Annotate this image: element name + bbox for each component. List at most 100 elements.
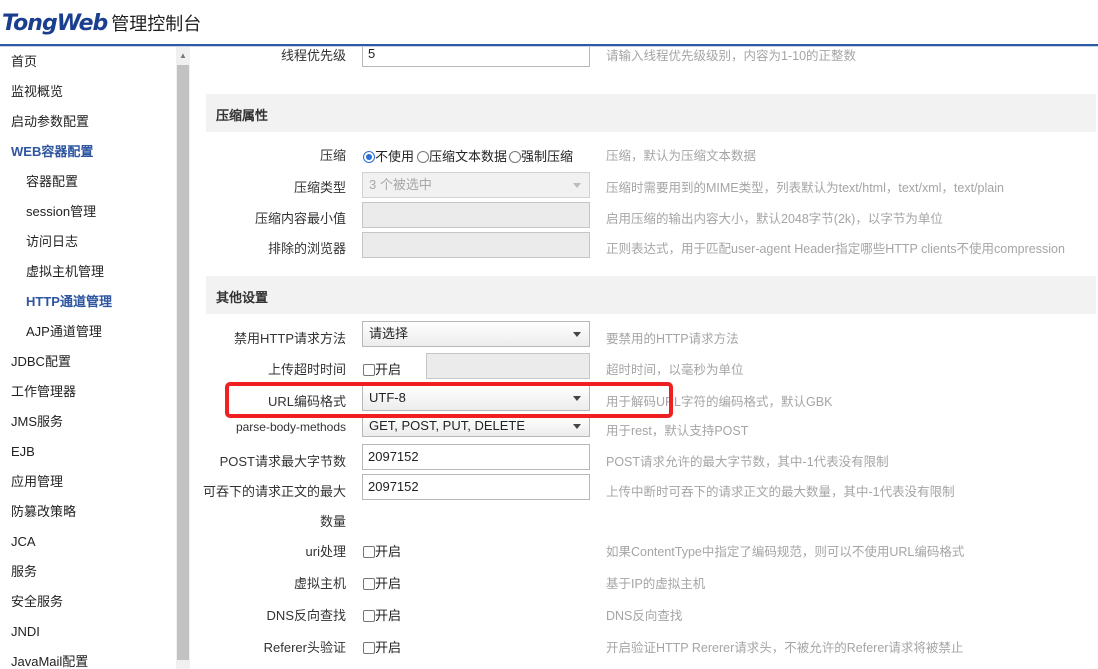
checkbox[interactable] xyxy=(363,364,375,376)
scroll-up-arrow-icon[interactable]: ▲ xyxy=(176,47,190,63)
section-compression: 压缩属性 xyxy=(206,94,1096,132)
compression-type-select[interactable]: 3 个被选中 xyxy=(362,172,590,198)
section-other-settings: 其他设置 xyxy=(206,276,1096,314)
virtual-host-toggle[interactable]: 开启 xyxy=(363,573,401,592)
uri-processing-toggle[interactable]: 开启 xyxy=(363,541,401,560)
sidebar-item-ajp-channel[interactable]: AJP通道管理 xyxy=(26,317,102,347)
radio-button[interactable] xyxy=(509,151,521,163)
row-parse-body-methods: parse-body-methods GET, POST, PUT, DELET… xyxy=(192,413,1098,443)
radio-button[interactable] xyxy=(363,151,375,163)
upload-timeout-toggle[interactable]: 开启 xyxy=(363,359,401,378)
field-label: 压缩类型 xyxy=(293,180,346,195)
chevron-down-icon xyxy=(573,424,581,429)
sidebar-item-security[interactable]: 安全服务 xyxy=(11,587,63,617)
sidebar-item-web-container[interactable]: WEB容器配置 xyxy=(11,137,93,167)
field-hint: 开启验证HTTP Rererer请求头，不被允许的Referer请求将被禁止 xyxy=(606,641,964,655)
sidebar-item-jdbc[interactable]: JDBC配置 xyxy=(11,347,71,377)
field-hint: 如果ContentType中指定了编码规范，则可以不使用URL编码格式 xyxy=(606,545,965,559)
compression-min-input[interactable] xyxy=(362,202,590,228)
chevron-down-icon xyxy=(573,396,581,401)
upload-timeout-input[interactable] xyxy=(426,353,590,379)
row-post-max-size: POST请求最大字节数 2097152 POST请求允许的最大字节数，其中-1代… xyxy=(192,443,1098,473)
dns-lookup-toggle[interactable]: 开启 xyxy=(363,605,401,624)
section-title: 其他设置 xyxy=(216,290,269,305)
field-hint: 正则表达式，用于匹配user-agent Header指定哪些HTTP clie… xyxy=(606,242,1065,256)
row-url-encoding: URL编码格式 UTF-8 用于解码URL字符的编码格式，默认GBK xyxy=(192,383,1098,413)
field-label: DNS反向查找 xyxy=(266,608,346,623)
sidebar-item-javamail[interactable]: JavaMail配置 xyxy=(11,647,88,669)
field-hint: 要禁用的HTTP请求方法 xyxy=(606,332,739,346)
referer-check-toggle[interactable]: 开启 xyxy=(363,637,401,656)
field-label: 虚拟主机 xyxy=(293,576,346,591)
field-label: uri处理 xyxy=(305,544,346,559)
radio-button[interactable] xyxy=(417,151,429,163)
sidebar-item-app-management[interactable]: 应用管理 xyxy=(11,467,63,497)
sidebar-item-jndi[interactable]: JNDI xyxy=(11,617,40,647)
field-label: 可吞下的请求正文的最大 xyxy=(202,484,346,499)
header: TongWeb 管理控制台 xyxy=(0,0,1098,47)
radio-option-none[interactable]: 不使用 xyxy=(363,146,414,165)
field-label: 排除的浏览器 xyxy=(267,241,346,256)
field-hint: 用于解码URL字符的编码格式，默认GBK xyxy=(606,395,833,409)
main-form: 线程优先级 5 请输入线程优先级级别，内容为1-10的正整数 压缩属性 压缩 不… xyxy=(192,47,1098,669)
field-label: Referer头验证 xyxy=(263,640,346,655)
radio-option-compress-text[interactable]: 压缩文本数据 xyxy=(417,146,507,165)
field-hint: POST请求允许的最大字节数，其中-1代表没有限制 xyxy=(606,455,889,469)
excluded-browsers-input[interactable] xyxy=(362,232,590,258)
field-label: 压缩内容最小值 xyxy=(254,211,346,226)
console-title: 管理控制台 xyxy=(111,14,202,35)
row-dns-lookup: DNS反向查找 开启 DNS反向查找 xyxy=(192,597,1098,627)
field-hint: 上传中断时可吞下的请求正文的最大数量，其中-1代表没有限制 xyxy=(606,485,955,499)
field-label-continued: 数量 xyxy=(319,514,346,529)
radio-option-force[interactable]: 强制压缩 xyxy=(509,146,573,165)
checkbox[interactable] xyxy=(363,546,375,558)
url-encoding-select[interactable]: UTF-8 xyxy=(362,385,590,411)
disabled-http-methods-select[interactable]: 请选择 xyxy=(362,321,590,347)
sidebar-item-work-manager[interactable]: 工作管理器 xyxy=(11,377,76,407)
sidebar-item-jca[interactable]: JCA xyxy=(11,527,36,557)
field-label: URL编码格式 xyxy=(267,394,346,409)
row-excluded-browsers: 排除的浏览器 正则表达式，用于匹配user-agent Header指定哪些HT… xyxy=(192,231,1098,261)
scrollbar-thumb[interactable] xyxy=(177,65,189,660)
sidebar-item-ejb[interactable]: EJB xyxy=(11,437,35,467)
field-hint: 请输入线程优先级级别，内容为1-10的正整数 xyxy=(606,49,857,63)
field-hint: DNS反向查找 xyxy=(606,609,683,623)
row-compression-type: 压缩类型 3 个被选中 压缩时需要用到的MIME类型，列表默认为text/htm… xyxy=(192,170,1098,200)
sidebar-item-services[interactable]: 服务 xyxy=(11,557,37,587)
max-swallow-input[interactable]: 2097152 xyxy=(362,474,590,500)
sidebar-item-http-channel[interactable]: HTTP通道管理 xyxy=(26,287,112,317)
field-label: parse-body-methods xyxy=(235,420,346,434)
sidebar-item-jms[interactable]: JMS服务 xyxy=(11,407,63,437)
parse-body-methods-select[interactable]: GET, POST, PUT, DELETE xyxy=(362,415,590,437)
checkbox[interactable] xyxy=(363,610,375,622)
sidebar-item-access-log[interactable]: 访问日志 xyxy=(26,227,78,257)
checkbox[interactable] xyxy=(363,642,375,654)
thread-priority-input[interactable]: 5 xyxy=(362,47,590,67)
sidebar-item-session[interactable]: session管理 xyxy=(26,197,96,227)
chevron-down-icon xyxy=(573,183,581,188)
field-hint: 基于IP的虚拟主机 xyxy=(606,577,706,591)
sidebar-item-home[interactable]: 首页 xyxy=(11,47,37,77)
field-hint: 超时时间，以毫秒为单位 xyxy=(606,363,744,377)
tongweb-logo[interactable]: TongWeb 管理控制台 xyxy=(2,8,201,38)
field-hint: 启用压缩的输出内容大小，默认2048字节(2k)，以字节为单位 xyxy=(606,212,943,226)
row-uri-processing: uri处理 开启 如果ContentType中指定了编码规范，则可以不使用URL… xyxy=(192,533,1098,563)
field-label: 上传超时时间 xyxy=(267,362,346,377)
field-hint: 用于rest，默认支持POST xyxy=(606,424,749,438)
row-upload-timeout: 上传超时时间 开启 超时时间，以毫秒为单位 xyxy=(192,351,1098,381)
sidebar-item-tamper-policy[interactable]: 防篡改策略 xyxy=(11,497,76,527)
checkbox[interactable] xyxy=(363,578,375,590)
field-hint: 压缩时需要用到的MIME类型，列表默认为text/html，text/xml，t… xyxy=(606,181,1004,195)
sidebar-item-monitor[interactable]: 监视概览 xyxy=(11,77,63,107)
sidebar-item-virtual-host[interactable]: 虚拟主机管理 xyxy=(26,257,104,287)
logo-brand: TongWeb xyxy=(2,10,108,36)
sidebar-item-container-config[interactable]: 容器配置 xyxy=(26,167,78,197)
row-thread-priority: 线程优先级 5 请输入线程优先级级别，内容为1-10的正整数 xyxy=(192,47,1098,69)
sidebar-item-startup-params[interactable]: 启动参数配置 xyxy=(11,107,89,137)
sidebar-scrollbar[interactable]: ▲ xyxy=(176,47,190,669)
field-label: 禁用HTTP请求方法 xyxy=(234,331,346,346)
field-hint: 压缩，默认为压缩文本数据 xyxy=(606,149,757,163)
post-max-size-input[interactable]: 2097152 xyxy=(362,444,590,470)
row-max-swallow: 可吞下的请求正文的最大 数量 2097152 上传中断时可吞下的请求正文的最大数… xyxy=(192,473,1098,529)
row-compression-min: 压缩内容最小值 启用压缩的输出内容大小，默认2048字节(2k)，以字节为单位 xyxy=(192,201,1098,231)
